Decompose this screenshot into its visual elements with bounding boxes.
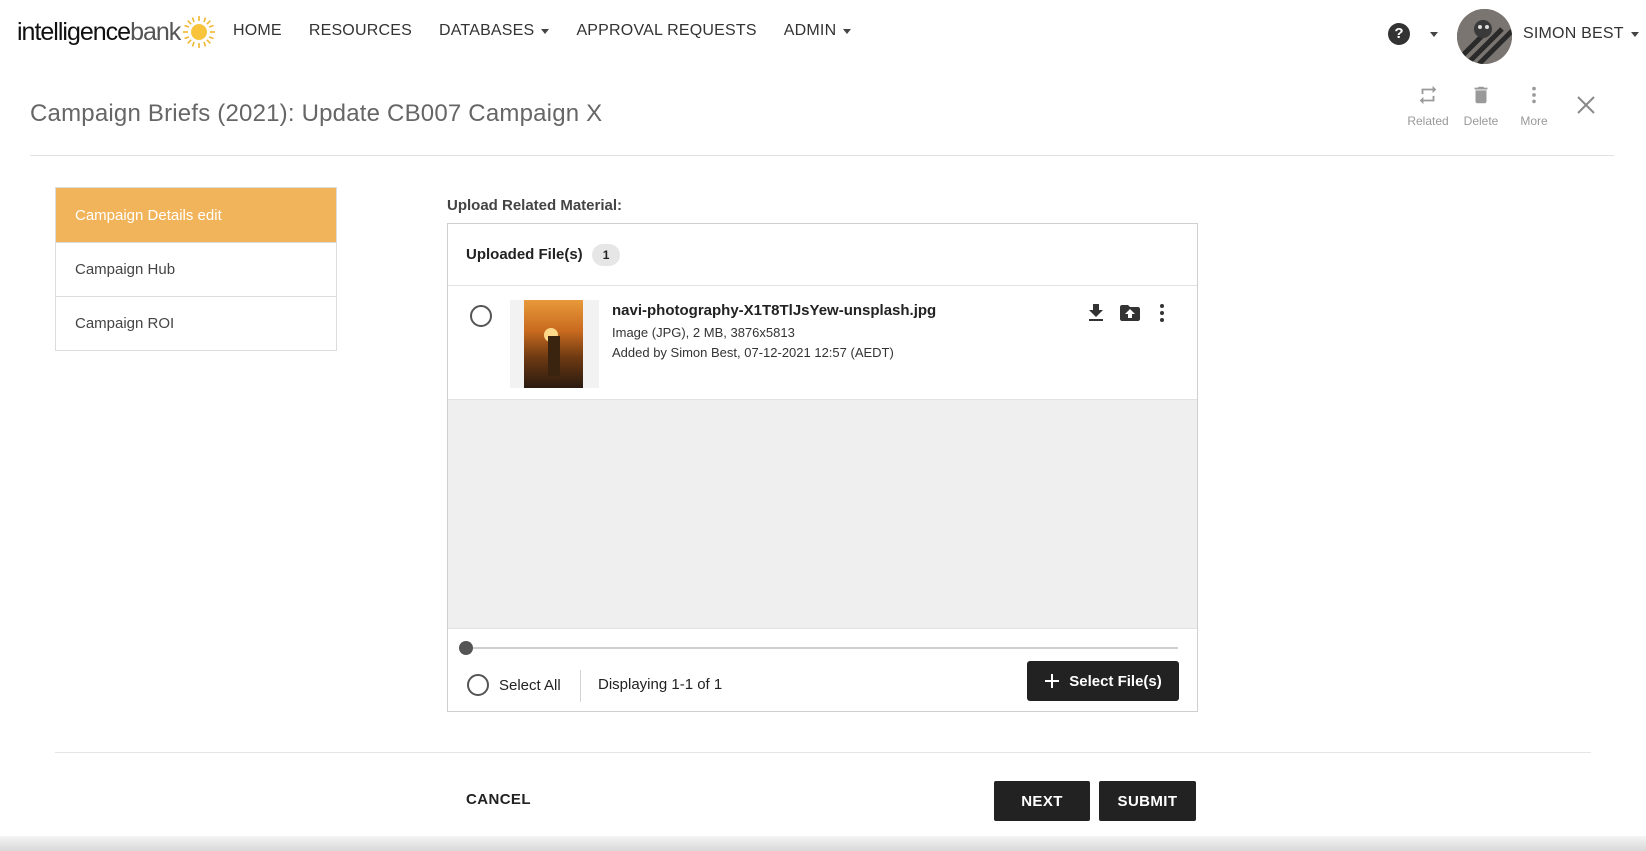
repeat-icon (1419, 85, 1437, 105)
chevron-down-icon (843, 28, 852, 34)
chevron-down-icon (541, 28, 550, 34)
plus-icon (1045, 674, 1060, 688)
select-files-button[interactable]: Select File(s) (1027, 661, 1179, 701)
help-menu-chevron-icon[interactable] (1430, 32, 1438, 37)
nav-databases-label: DATABASES (438, 22, 535, 39)
select-files-label: Select File(s) (1069, 672, 1162, 690)
trash-icon (1474, 86, 1488, 104)
avatar-image (1457, 9, 1512, 64)
more-button[interactable]: More (1509, 84, 1559, 128)
sidebar-item-campaign-details-edit[interactable]: Campaign Details edit (56, 188, 336, 242)
file-added-by: Added by Simon Best, 07-12-2021 12:57 (A… (612, 345, 894, 360)
page-title: Campaign Briefs (2021): Update CB007 Cam… (30, 100, 603, 127)
kebab-icon[interactable] (1150, 301, 1174, 325)
close-icon[interactable] (1575, 94, 1597, 116)
header-divider (30, 155, 1614, 156)
nav-home-label: HOME (233, 22, 282, 39)
file-thumbnail[interactable] (510, 300, 599, 388)
window-bottom-edge (0, 836, 1646, 851)
file-row[interactable]: navi-photography-X1T8TlJsYew-unsplash.jp… (448, 286, 1197, 400)
nav-home[interactable]: HOME (233, 22, 282, 40)
delete-label: Delete (1463, 114, 1499, 128)
nav-databases[interactable]: DATABASES (438, 22, 550, 40)
submit-button[interactable]: SUBMIT (1099, 781, 1196, 821)
sidebar-item-campaign-hub[interactable]: Campaign Hub (56, 242, 336, 296)
related-button[interactable]: Related (1403, 84, 1453, 128)
select-all-radio[interactable] (467, 674, 489, 696)
scroll-slider-thumb[interactable] (459, 641, 473, 655)
nav-approval-requests[interactable]: APPROVAL REQUESTS (576, 22, 756, 40)
main-nav: HOME RESOURCES DATABASES APPROVAL REQUES… (233, 22, 878, 40)
nav-approval-requests-label: APPROVAL REQUESTS (576, 22, 757, 39)
folder-upload-icon[interactable] (1118, 301, 1142, 325)
nav-resources[interactable]: RESOURCES (309, 22, 412, 40)
user-name-label: SIMON BEST (1523, 25, 1624, 42)
logo-text-sub: bank (130, 17, 181, 46)
nav-admin[interactable]: ADMIN (784, 22, 852, 40)
file-meta: Image (JPG), 2 MB, 3876x5813 (612, 325, 795, 340)
next-button[interactable]: NEXT (994, 781, 1090, 821)
upload-panel: Uploaded File(s) 1 navi-photography-X1T8… (447, 223, 1198, 712)
top-navbar: intelligencebank HOME RESOURCES DATABASE… (0, 0, 1646, 68)
avatar[interactable] (1457, 9, 1512, 64)
file-count-badge: 1 (591, 243, 621, 266)
more-label: More (1520, 114, 1548, 128)
logo[interactable]: intelligencebank (17, 14, 216, 50)
uploaded-files-title: Uploaded File(s) (466, 246, 583, 263)
kebab-icon (1532, 86, 1536, 104)
nav-admin-label: ADMIN (783, 22, 837, 39)
thumbnail-image (524, 300, 583, 388)
sidebar-item-label: Campaign Hub (75, 261, 176, 278)
file-select-radio[interactable] (470, 305, 492, 327)
drop-zone[interactable] (448, 400, 1197, 629)
pagination-status: Displaying 1-1 of 1 (598, 676, 723, 693)
scroll-slider-track[interactable] (466, 647, 1178, 649)
sidebar-item-label: Campaign Details edit (75, 206, 222, 224)
footer-divider (55, 752, 1591, 753)
file-name[interactable]: navi-photography-X1T8TlJsYew-unsplash.jp… (612, 302, 936, 319)
logo-text-main: intelligence (17, 17, 131, 46)
upload-panel-header: Uploaded File(s) 1 (448, 224, 1197, 286)
select-all-label[interactable]: Select All (499, 677, 561, 694)
divider (580, 670, 581, 702)
nav-resources-label: RESOURCES (308, 22, 412, 39)
user-menu[interactable]: SIMON BEST (1523, 25, 1639, 43)
delete-button[interactable]: Delete (1456, 84, 1506, 128)
upload-section-label: Upload Related Material: (447, 197, 623, 214)
sidebar-item-label: Campaign ROI (75, 315, 175, 332)
logo-text: intelligencebank (17, 17, 181, 47)
chevron-down-icon (1630, 31, 1639, 37)
help-icon[interactable]: ? (1388, 23, 1410, 45)
sun-icon (183, 16, 216, 48)
sidebar-item-campaign-roi[interactable]: Campaign ROI (56, 296, 336, 350)
cancel-button[interactable]: CANCEL (466, 791, 531, 808)
download-icon[interactable] (1084, 301, 1108, 325)
section-menu: Campaign Details edit Campaign Hub Campa… (55, 187, 337, 351)
related-label: Related (1407, 114, 1449, 128)
